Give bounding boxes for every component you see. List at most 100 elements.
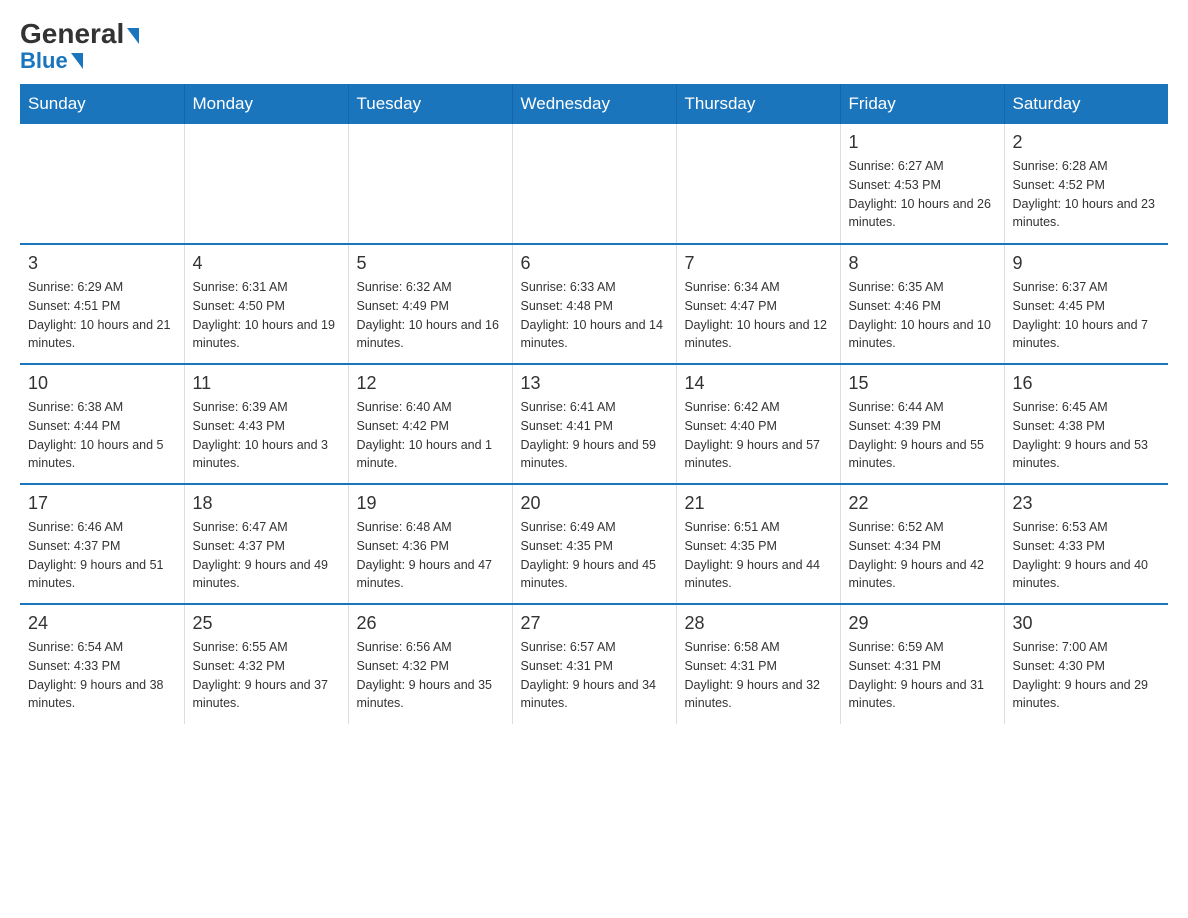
day-info: Sunrise: 7:00 AMSunset: 4:30 PMDaylight:… [1013,638,1161,713]
day-number: 7 [685,253,832,274]
week-row-1: 3 Sunrise: 6:29 AMSunset: 4:51 PMDaylight… [20,244,1168,364]
week-row-2: 10 Sunrise: 6:38 AMSunset: 4:44 PMDayligh… [20,364,1168,484]
day-info: Sunrise: 6:54 AMSunset: 4:33 PMDaylight:… [28,638,176,713]
day-number: 14 [685,373,832,394]
day-info: Sunrise: 6:38 AMSunset: 4:44 PMDaylight:… [28,398,176,473]
day-number: 28 [685,613,832,634]
day-info: Sunrise: 6:58 AMSunset: 4:31 PMDaylight:… [685,638,832,713]
logo-general-text: General [20,20,139,48]
day-number: 8 [849,253,996,274]
cell-w2-d4: 14 Sunrise: 6:42 AMSunset: 4:40 PMDayligh… [676,364,840,484]
cell-w4-d2: 26 Sunrise: 6:56 AMSunset: 4:32 PMDayligh… [348,604,512,724]
day-info: Sunrise: 6:31 AMSunset: 4:50 PMDaylight:… [193,278,340,353]
day-info: Sunrise: 6:46 AMSunset: 4:37 PMDaylight:… [28,518,176,593]
day-number: 29 [849,613,996,634]
day-number: 22 [849,493,996,514]
day-info: Sunrise: 6:49 AMSunset: 4:35 PMDaylight:… [521,518,668,593]
cell-w4-d6: 30 Sunrise: 7:00 AMSunset: 4:30 PMDayligh… [1004,604,1168,724]
cell-w0-d0 [20,124,184,244]
day-number: 4 [193,253,340,274]
day-info: Sunrise: 6:40 AMSunset: 4:42 PMDaylight:… [357,398,504,473]
logo-blue-text: Blue [20,48,83,74]
day-info: Sunrise: 6:27 AMSunset: 4:53 PMDaylight:… [849,157,996,232]
day-number: 10 [28,373,176,394]
cell-w4-d4: 28 Sunrise: 6:58 AMSunset: 4:31 PMDayligh… [676,604,840,724]
day-number: 6 [521,253,668,274]
week-row-0: 1 Sunrise: 6:27 AMSunset: 4:53 PMDaylight… [20,124,1168,244]
cell-w1-d4: 7 Sunrise: 6:34 AMSunset: 4:47 PMDaylight… [676,244,840,364]
day-info: Sunrise: 6:51 AMSunset: 4:35 PMDaylight:… [685,518,832,593]
day-info: Sunrise: 6:56 AMSunset: 4:32 PMDaylight:… [357,638,504,713]
cell-w0-d6: 2 Sunrise: 6:28 AMSunset: 4:52 PMDaylight… [1004,124,1168,244]
weekday-header-row: SundayMondayTuesdayWednesdayThursdayFrid… [20,84,1168,124]
cell-w3-d6: 23 Sunrise: 6:53 AMSunset: 4:33 PMDayligh… [1004,484,1168,604]
day-info: Sunrise: 6:44 AMSunset: 4:39 PMDaylight:… [849,398,996,473]
cell-w2-d1: 11Sunrise: 6:39 AMSunset: 4:43 PMDayligh… [184,364,348,484]
cell-w4-d0: 24 Sunrise: 6:54 AMSunset: 4:33 PMDayligh… [20,604,184,724]
calendar-table: SundayMondayTuesdayWednesdayThursdayFrid… [20,84,1168,724]
day-info: Sunrise: 6:53 AMSunset: 4:33 PMDaylight:… [1013,518,1161,593]
cell-w2-d3: 13Sunrise: 6:41 AMSunset: 4:41 PMDayligh… [512,364,676,484]
day-number: 18 [193,493,340,514]
day-info: Sunrise: 6:47 AMSunset: 4:37 PMDaylight:… [193,518,340,593]
day-number: 20 [521,493,668,514]
week-row-4: 24 Sunrise: 6:54 AMSunset: 4:33 PMDayligh… [20,604,1168,724]
day-number: 30 [1013,613,1161,634]
header-monday: Monday [184,84,348,124]
day-number: 23 [1013,493,1161,514]
day-info: Sunrise: 6:55 AMSunset: 4:32 PMDaylight:… [193,638,340,713]
day-number: 24 [28,613,176,634]
day-number: 21 [685,493,832,514]
cell-w4-d1: 25Sunrise: 6:55 AMSunset: 4:32 PMDayligh… [184,604,348,724]
cell-w3-d3: 20 Sunrise: 6:49 AMSunset: 4:35 PMDayligh… [512,484,676,604]
day-number: 5 [357,253,504,274]
header-friday: Friday [840,84,1004,124]
header-thursday: Thursday [676,84,840,124]
cell-w1-d6: 9 Sunrise: 6:37 AMSunset: 4:45 PMDaylight… [1004,244,1168,364]
cell-w1-d1: 4 Sunrise: 6:31 AMSunset: 4:50 PMDaylight… [184,244,348,364]
day-number: 11 [193,373,340,394]
header-saturday: Saturday [1004,84,1168,124]
cell-w1-d0: 3 Sunrise: 6:29 AMSunset: 4:51 PMDaylight… [20,244,184,364]
day-info: Sunrise: 6:28 AMSunset: 4:52 PMDaylight:… [1013,157,1161,232]
day-number: 3 [28,253,176,274]
day-info: Sunrise: 6:37 AMSunset: 4:45 PMDaylight:… [1013,278,1161,353]
day-info: Sunrise: 6:42 AMSunset: 4:40 PMDaylight:… [685,398,832,473]
cell-w0-d3 [512,124,676,244]
week-row-3: 17 Sunrise: 6:46 AMSunset: 4:37 PMDayligh… [20,484,1168,604]
day-info: Sunrise: 6:35 AMSunset: 4:46 PMDaylight:… [849,278,996,353]
cell-w3-d0: 17 Sunrise: 6:46 AMSunset: 4:37 PMDayligh… [20,484,184,604]
cell-w2-d5: 15 Sunrise: 6:44 AMSunset: 4:39 PMDayligh… [840,364,1004,484]
cell-w4-d3: 27Sunrise: 6:57 AMSunset: 4:31 PMDayligh… [512,604,676,724]
cell-w4-d5: 29 Sunrise: 6:59 AMSunset: 4:31 PMDayligh… [840,604,1004,724]
day-info: Sunrise: 6:45 AMSunset: 4:38 PMDaylight:… [1013,398,1161,473]
day-number: 2 [1013,132,1161,153]
day-number: 9 [1013,253,1161,274]
page-header: General Blue [20,20,1168,74]
day-info: Sunrise: 6:41 AMSunset: 4:41 PMDaylight:… [521,398,668,473]
day-info: Sunrise: 6:34 AMSunset: 4:47 PMDaylight:… [685,278,832,353]
cell-w1-d2: 5Sunrise: 6:32 AMSunset: 4:49 PMDaylight… [348,244,512,364]
cell-w3-d2: 19 Sunrise: 6:48 AMSunset: 4:36 PMDayligh… [348,484,512,604]
cell-w2-d0: 10 Sunrise: 6:38 AMSunset: 4:44 PMDayligh… [20,364,184,484]
logo: General Blue [20,20,139,74]
day-info: Sunrise: 6:48 AMSunset: 4:36 PMDaylight:… [357,518,504,593]
cell-w3-d1: 18 Sunrise: 6:47 AMSunset: 4:37 PMDayligh… [184,484,348,604]
cell-w3-d4: 21 Sunrise: 6:51 AMSunset: 4:35 PMDayligh… [676,484,840,604]
cell-w0-d1 [184,124,348,244]
day-info: Sunrise: 6:29 AMSunset: 4:51 PMDaylight:… [28,278,176,353]
day-number: 15 [849,373,996,394]
day-number: 12 [357,373,504,394]
header-sunday: Sunday [20,84,184,124]
cell-w1-d5: 8 Sunrise: 6:35 AMSunset: 4:46 PMDaylight… [840,244,1004,364]
header-wednesday: Wednesday [512,84,676,124]
day-number: 26 [357,613,504,634]
day-number: 19 [357,493,504,514]
day-number: 17 [28,493,176,514]
header-tuesday: Tuesday [348,84,512,124]
day-info: Sunrise: 6:59 AMSunset: 4:31 PMDaylight:… [849,638,996,713]
cell-w0-d5: 1 Sunrise: 6:27 AMSunset: 4:53 PMDaylight… [840,124,1004,244]
cell-w2-d6: 16Sunrise: 6:45 AMSunset: 4:38 PMDayligh… [1004,364,1168,484]
cell-w3-d5: 22Sunrise: 6:52 AMSunset: 4:34 PMDayligh… [840,484,1004,604]
day-number: 1 [849,132,996,153]
